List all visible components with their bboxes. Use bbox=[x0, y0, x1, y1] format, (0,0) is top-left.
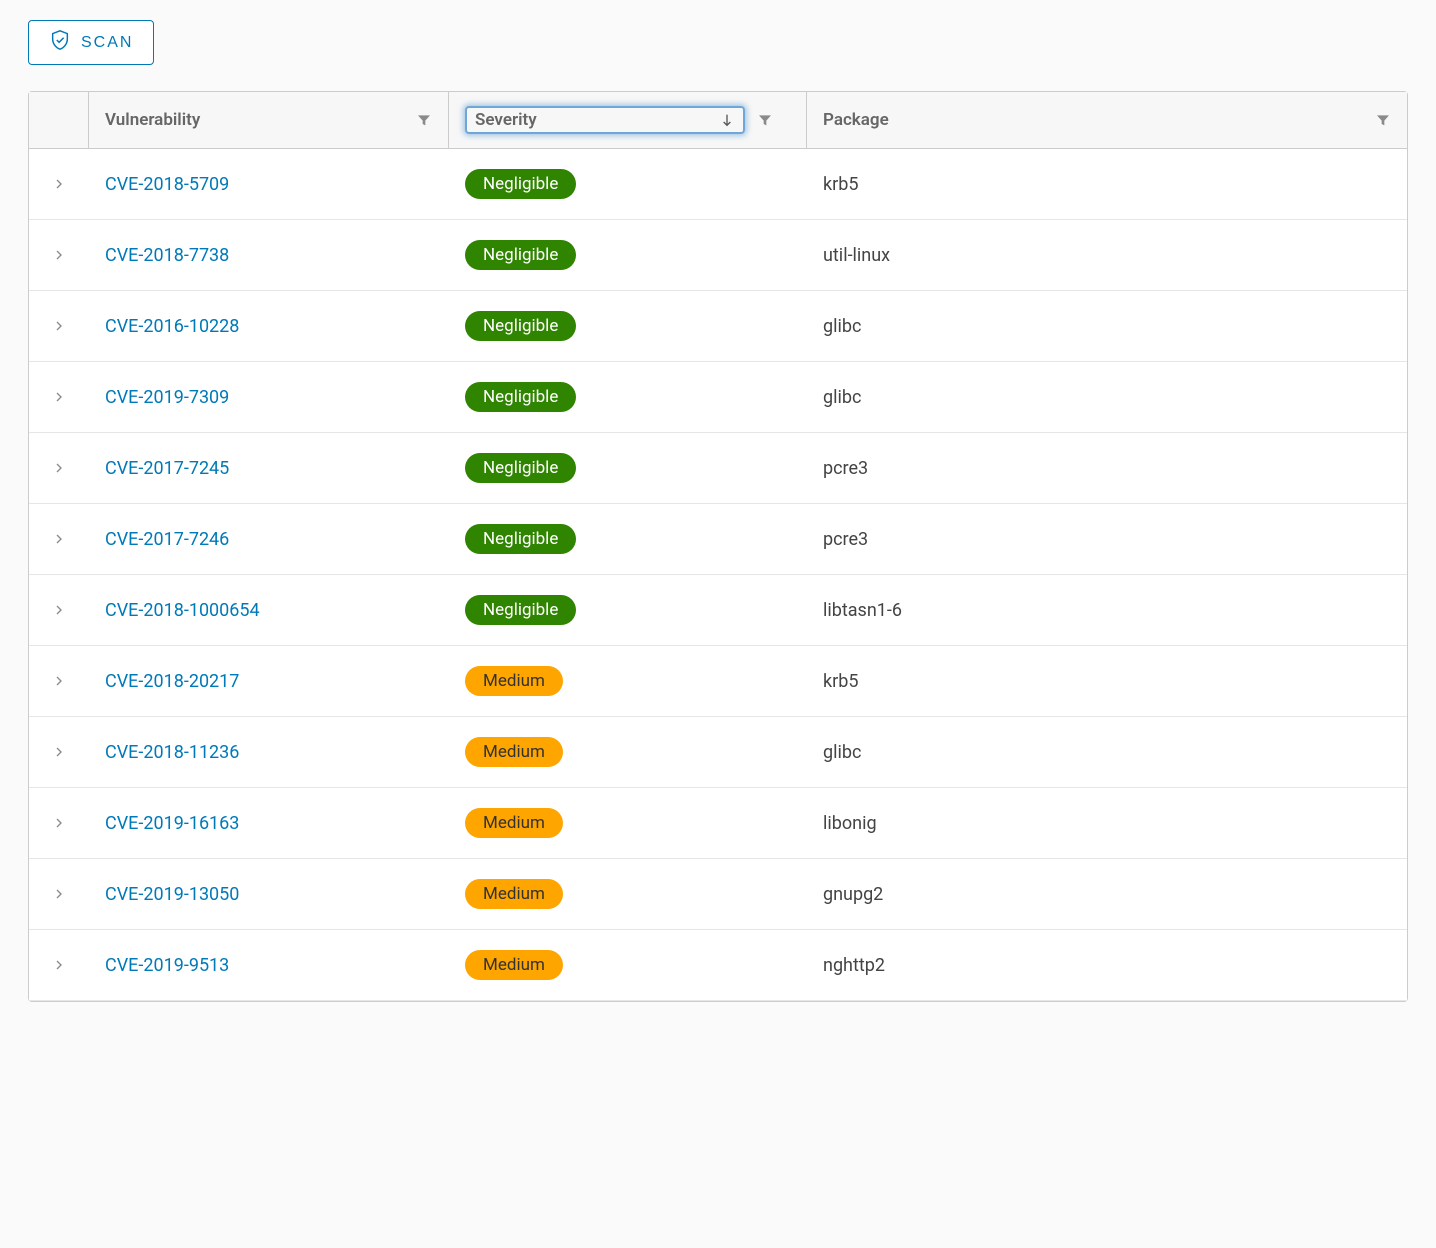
table-row: CVE-2019-7309 Negligible glibc bbox=[29, 362, 1407, 433]
vulnerability-link[interactable]: CVE-2018-20217 bbox=[105, 671, 239, 692]
chevron-right-icon[interactable] bbox=[51, 460, 67, 476]
chevron-right-icon[interactable] bbox=[51, 673, 67, 689]
vulnerability-link[interactable]: CVE-2018-11236 bbox=[105, 742, 239, 763]
severity-badge: Medium bbox=[465, 879, 563, 909]
severity-badge: Negligible bbox=[465, 524, 576, 554]
severity-badge: Medium bbox=[465, 950, 563, 980]
vulnerability-link[interactable]: CVE-2019-16163 bbox=[105, 813, 239, 834]
vulnerability-link[interactable]: CVE-2018-1000654 bbox=[105, 600, 260, 621]
table-header-row: Vulnerability Severity bbox=[29, 92, 1407, 149]
vulnerability-link[interactable]: CVE-2016-10228 bbox=[105, 316, 239, 337]
funnel-icon[interactable] bbox=[1375, 112, 1391, 128]
package-name: pcre3 bbox=[823, 529, 868, 550]
chevron-right-icon[interactable] bbox=[51, 176, 67, 192]
severity-badge: Medium bbox=[465, 666, 563, 696]
chevron-right-icon[interactable] bbox=[51, 744, 67, 760]
package-name: gnupg2 bbox=[823, 884, 883, 905]
column-header-label: Package bbox=[823, 110, 889, 130]
package-name: nghttp2 bbox=[823, 955, 885, 976]
table-body: CVE-2018-5709 Negligible krb5 CVE-2018-7738… bbox=[29, 149, 1407, 1001]
table-row: CVE-2018-1000654 Negligible libtasn1-6 bbox=[29, 575, 1407, 646]
package-name: krb5 bbox=[823, 174, 858, 195]
table-row: CVE-2017-7245 Negligible pcre3 bbox=[29, 433, 1407, 504]
column-header-expand bbox=[29, 92, 89, 148]
package-name: glibc bbox=[823, 316, 861, 337]
severity-badge: Medium bbox=[465, 737, 563, 767]
severity-badge: Medium bbox=[465, 808, 563, 838]
table-row: CVE-2018-11236 Medium glibc bbox=[29, 717, 1407, 788]
funnel-icon[interactable] bbox=[757, 112, 773, 128]
vulnerability-link[interactable]: CVE-2019-9513 bbox=[105, 955, 229, 976]
chevron-right-icon[interactable] bbox=[51, 602, 67, 618]
scan-button-label: SCAN bbox=[81, 34, 133, 52]
vulnerability-link[interactable]: CVE-2017-7245 bbox=[105, 458, 229, 479]
severity-badge: Negligible bbox=[465, 595, 576, 625]
package-name: krb5 bbox=[823, 671, 858, 692]
scan-button[interactable]: SCAN bbox=[28, 20, 154, 65]
chevron-right-icon[interactable] bbox=[51, 886, 67, 902]
column-header-label: Severity bbox=[475, 110, 537, 130]
package-name: pcre3 bbox=[823, 458, 868, 479]
chevron-right-icon[interactable] bbox=[51, 318, 67, 334]
severity-badge: Negligible bbox=[465, 169, 576, 199]
column-header-label: Vulnerability bbox=[105, 110, 200, 130]
vulnerability-link[interactable]: CVE-2017-7246 bbox=[105, 529, 229, 550]
vulnerability-link[interactable]: CVE-2018-7738 bbox=[105, 245, 229, 266]
package-name: glibc bbox=[823, 742, 861, 763]
chevron-right-icon[interactable] bbox=[51, 531, 67, 547]
column-header-severity[interactable]: Severity bbox=[449, 92, 807, 148]
table-row: CVE-2017-7246 Negligible pcre3 bbox=[29, 504, 1407, 575]
chevron-right-icon[interactable] bbox=[51, 957, 67, 973]
package-name: util-linux bbox=[823, 245, 890, 266]
vulnerability-link[interactable]: CVE-2019-13050 bbox=[105, 884, 239, 905]
chevron-right-icon[interactable] bbox=[51, 815, 67, 831]
vulnerability-link[interactable]: CVE-2019-7309 bbox=[105, 387, 229, 408]
package-name: libtasn1-6 bbox=[823, 600, 902, 621]
table-row: CVE-2016-10228 Negligible glibc bbox=[29, 291, 1407, 362]
severity-badge: Negligible bbox=[465, 453, 576, 483]
package-name: glibc bbox=[823, 387, 861, 408]
funnel-icon[interactable] bbox=[416, 112, 432, 128]
column-header-package[interactable]: Package bbox=[807, 92, 1407, 148]
severity-sort-active[interactable]: Severity bbox=[465, 106, 745, 134]
table-row: CVE-2018-7738 Negligible util-linux bbox=[29, 220, 1407, 291]
arrow-down-icon bbox=[719, 112, 735, 128]
chevron-right-icon[interactable] bbox=[51, 389, 67, 405]
package-name: libonig bbox=[823, 813, 877, 834]
column-header-vulnerability[interactable]: Vulnerability bbox=[89, 92, 449, 148]
table-row: CVE-2019-16163 Medium libonig bbox=[29, 788, 1407, 859]
table-row: CVE-2019-13050 Medium gnupg2 bbox=[29, 859, 1407, 930]
vulnerability-link[interactable]: CVE-2018-5709 bbox=[105, 174, 229, 195]
chevron-right-icon[interactable] bbox=[51, 247, 67, 263]
severity-badge: Negligible bbox=[465, 382, 576, 412]
vulnerabilities-table: Vulnerability Severity bbox=[28, 91, 1408, 1002]
table-row: CVE-2018-20217 Medium krb5 bbox=[29, 646, 1407, 717]
severity-badge: Negligible bbox=[465, 311, 576, 341]
shield-check-icon bbox=[49, 29, 71, 56]
table-row: CVE-2018-5709 Negligible krb5 bbox=[29, 149, 1407, 220]
table-row: CVE-2019-9513 Medium nghttp2 bbox=[29, 930, 1407, 1001]
severity-badge: Negligible bbox=[465, 240, 576, 270]
